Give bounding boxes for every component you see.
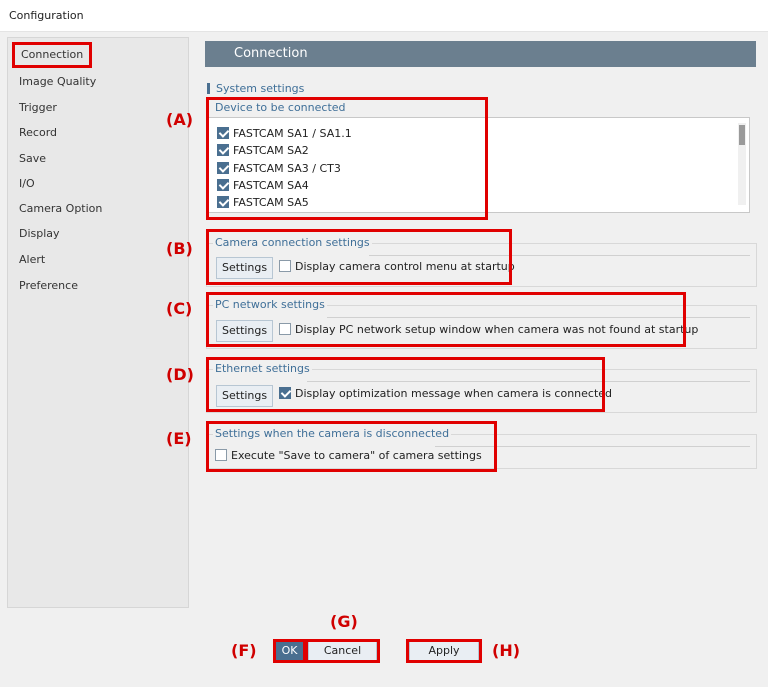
checkbox-icon[interactable] [279, 323, 291, 335]
main-content: Connection System settings [205, 41, 756, 95]
sidebar-item-connection[interactable]: Connection [12, 42, 93, 68]
device-item[interactable]: FASTCAM SA5 [217, 195, 309, 211]
group-divider [369, 255, 750, 256]
marker-f: (F) [231, 641, 257, 660]
ethernet-title: Ethernet settings [213, 362, 312, 375]
list-scrollbar[interactable] [738, 123, 746, 205]
checkbox-icon[interactable] [217, 196, 229, 208]
pc-network-setup-option[interactable]: Display PC network setup window when cam… [279, 322, 698, 338]
save-to-camera-option[interactable]: Execute "Save to camera" of camera setti… [215, 448, 482, 464]
marker-b: (B) [166, 239, 193, 258]
pc-network-settings-button[interactable]: Settings [216, 320, 274, 342]
section-header: Connection [205, 41, 756, 67]
checkbox-icon[interactable] [215, 449, 227, 461]
marker-a: (A) [166, 110, 194, 129]
camera-connection-settings-button[interactable]: Settings [216, 257, 274, 279]
device-item[interactable]: FASTCAM SA3 / CT3 [217, 161, 341, 177]
device-item[interactable]: FASTCAM SA1 / SA1.1 [217, 126, 352, 142]
ethernet-settings-button[interactable]: Settings [216, 385, 274, 407]
marker-g: (G) [330, 612, 358, 631]
checkbox-icon[interactable] [279, 387, 291, 399]
pc-network-title: PC network settings [213, 298, 327, 311]
sidebar-item-image-quality[interactable]: Image Quality [19, 74, 96, 90]
camera-connection-title: Camera connection settings [213, 236, 372, 249]
marker-c: (C) [166, 299, 193, 318]
checkbox-icon[interactable] [217, 144, 229, 156]
sidebar: Connection Image Quality Trigger Record … [7, 37, 189, 608]
device-listbox[interactable]: FASTCAM SA1 / SA1.1 FASTCAM SA2 FASTCAM … [206, 117, 750, 213]
checkbox-icon[interactable] [217, 127, 229, 139]
window-title: Configuration [0, 0, 768, 32]
scroll-thumb[interactable] [739, 125, 745, 145]
marker-e: (E) [166, 429, 192, 448]
sidebar-item-camera-option[interactable]: Camera Option [19, 201, 102, 217]
device-item[interactable]: FASTCAM SA4 [217, 178, 309, 194]
checkbox-icon[interactable] [279, 260, 291, 272]
checkbox-icon[interactable] [217, 179, 229, 191]
optimization-message-option[interactable]: Display optimization message when camera… [279, 386, 612, 402]
cancel-button[interactable]: Cancel [308, 641, 377, 661]
sidebar-item-display[interactable]: Display [19, 226, 60, 242]
sidebar-item-preference[interactable]: Preference [19, 278, 78, 294]
sidebar-item-alert[interactable]: Alert [19, 252, 45, 268]
group-divider [435, 446, 750, 447]
apply-button[interactable]: Apply [409, 641, 479, 661]
marker-h: (H) [492, 641, 521, 660]
group-divider [327, 317, 750, 318]
system-settings-label: System settings [205, 82, 304, 95]
device-item[interactable]: FASTCAM SA2 [217, 143, 309, 159]
sidebar-item-record[interactable]: Record [19, 125, 57, 141]
sidebar-item-io[interactable]: I/O [19, 176, 35, 192]
marker-d: (D) [166, 365, 194, 384]
device-group-title: Device to be connected [215, 101, 346, 114]
sidebar-item-trigger[interactable]: Trigger [19, 100, 57, 116]
ok-button[interactable]: OK [276, 641, 303, 661]
camera-control-menu-option[interactable]: Display camera control menu at startup [279, 259, 515, 275]
disconnect-title: Settings when the camera is disconnected [213, 427, 452, 440]
group-divider [307, 381, 750, 382]
sidebar-item-save[interactable]: Save [19, 151, 46, 167]
checkbox-icon[interactable] [217, 162, 229, 174]
